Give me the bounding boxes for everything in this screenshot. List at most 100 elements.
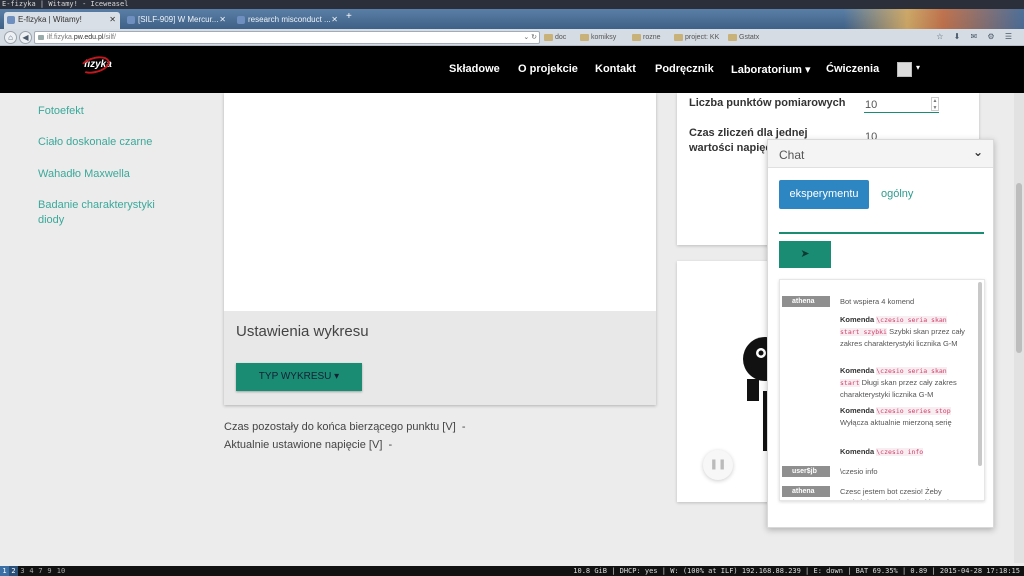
chat-title: Chat [779, 148, 805, 162]
command-description: Wyłącza aktualnie mierzoną serię [840, 418, 952, 427]
bookmark-rozne[interactable]: rozne [632, 32, 661, 43]
workspace-1[interactable]: 1 [0, 566, 9, 576]
page-scrollbar-thumb[interactable] [1016, 183, 1022, 353]
bookmark-komiksy[interactable]: komiksy [580, 32, 616, 43]
message-text: \czesio info [840, 467, 878, 476]
command-keyword: Komenda [840, 406, 875, 415]
folder-icon [544, 34, 553, 41]
time-left-line: Czas pozostały do końca bierzącego punkt… [224, 421, 466, 433]
voltage-line: Aktualnie ustawione napięcie [V] - [224, 439, 392, 451]
message-user: athena [782, 486, 830, 497]
reload-icon[interactable]: ⌄ ↻ [523, 32, 537, 43]
bookmark-label: project: KK [685, 34, 720, 41]
points-label: Liczba punktów pomiarowych [689, 97, 846, 109]
points-value: 10 [865, 99, 878, 111]
chat-header[interactable]: Chat ⌄ [768, 140, 993, 168]
toolbar-icons[interactable]: ☆ ⬇ ✉ ⚙ ☰ [936, 32, 1016, 41]
url-bar[interactable]: ilf.fizyka.pw.edu.pl/silf/ ⌄ ↻ [34, 31, 540, 44]
workspace-10[interactable]: 10 [54, 566, 68, 576]
command-code: \czesio series stop [876, 407, 951, 415]
chat-tab-general[interactable]: ogólny [881, 188, 913, 200]
url-prefix: ilf.fizyka. [47, 34, 74, 41]
bookmark-label: doc [555, 34, 567, 41]
folder-icon [728, 34, 737, 41]
folder-icon [674, 34, 683, 41]
command-help: Komenda \czesio info [840, 446, 965, 458]
nav-kontakt[interactable]: Kontakt [595, 63, 636, 75]
tab-label: research misconduct ... [248, 15, 331, 24]
command-keyword: Komenda [840, 366, 875, 375]
favicon-icon [7, 16, 15, 24]
sidebar-item-wahadlo-maxwella[interactable]: Wahadło Maxwella [38, 167, 130, 182]
close-icon[interactable]: ✕ [331, 12, 338, 28]
spinner-icon[interactable]: ▲ ▼ [931, 97, 939, 111]
page-scrollbar[interactable] [1014, 93, 1024, 563]
tab-research[interactable]: research misconduct ... ✕ [234, 12, 342, 29]
nav-o-projekcie[interactable]: O projekcie [518, 63, 578, 75]
bookmark-gstatx[interactable]: Gstatx [728, 32, 759, 43]
pause-icon[interactable]: ❚❚ [703, 450, 733, 480]
window-title: E-fizyka | Witamy! - Iceweasel [0, 0, 1024, 9]
new-tab-button[interactable]: + [346, 9, 352, 25]
workspace-2[interactable]: 2 [9, 566, 18, 576]
browser-nav-bar: ⌂ ◀ ilf.fizyka.pw.edu.pl/silf/ ⌄ ↻ doc k… [0, 29, 1024, 46]
workspace-7[interactable]: 7 [36, 566, 45, 576]
url-suffix: /silf/ [103, 34, 116, 41]
tab-efizyka[interactable]: E-fizyka | Witamy! ✕ [4, 12, 120, 29]
chart-panel: Ustawienia wykresu TYP WYKRESU ▾ [224, 93, 656, 405]
home-icon[interactable]: ⌂ [4, 31, 17, 44]
send-button[interactable]: ➤ [779, 241, 831, 268]
chat-tab-experiment[interactable]: eksperymentu [779, 180, 869, 209]
points-input[interactable]: 10 ▲ ▼ [864, 97, 939, 113]
time-left-value: - [461, 421, 466, 433]
site-navbar: fizyka Składowe O projekcie Kontakt Podr… [0, 46, 1024, 93]
bookmark-doc[interactable]: doc [544, 32, 566, 43]
favicon-icon [237, 16, 245, 24]
time-left-label: Czas pozostały do końca bierzącego punkt… [224, 421, 456, 433]
workspace-3[interactable]: 3 [18, 566, 27, 576]
sidebar-item-cialo-doskonale-czarne[interactable]: Ciało doskonale czarne [38, 135, 152, 150]
tab-label: [SILF-909] W Mercur... [138, 15, 219, 24]
experiment-figure-icon [743, 337, 769, 451]
close-icon[interactable]: ✕ [109, 12, 116, 28]
message-user: user$jb [782, 466, 830, 477]
avatar-caret-icon[interactable]: ▾ [916, 63, 920, 72]
command-help: Komenda \czesio seria skan start szybki … [840, 314, 965, 349]
system-status-bar: 1 2 3 4 7 9 10 10.8 GiB | DHCP: yes | W: (100%… [0, 566, 1024, 576]
folder-icon [632, 34, 641, 41]
site-logo[interactable]: fizyka [78, 53, 112, 77]
sidebar-item-fotoefekt[interactable]: Fotoefekt [38, 104, 84, 119]
command-help: Komenda \czesio seria skan start Długi s… [840, 365, 965, 400]
chat-message-input[interactable] [779, 220, 984, 234]
tab-silf[interactable]: [SILF-909] W Mercur... ✕ [124, 12, 230, 29]
chart-type-button[interactable]: TYP WYKRESU ▾ [236, 363, 362, 391]
folder-icon [580, 34, 589, 41]
theme-background [844, 9, 1024, 29]
chat-scrollbar[interactable] [978, 282, 982, 466]
system-status-text: 10.8 GiB | DHCP: yes | W: (100% at ILF) … [573, 567, 1020, 575]
close-icon[interactable]: ✕ [219, 12, 226, 28]
bookmark-project[interactable]: project: KK [674, 32, 719, 43]
chart-settings-title: Ustawienia wykresu [236, 323, 369, 340]
message-user: athena [782, 296, 830, 307]
back-icon[interactable]: ◀ [19, 31, 32, 44]
chart-area [224, 93, 656, 311]
chat-log[interactable]: athena Bot wspiera 4 komend Komenda \cze… [779, 279, 985, 501]
sidebar-item-badanie-diody[interactable]: Badanie charakterystyki diody [38, 198, 168, 228]
command-help: Komenda \czesio series stop Wyłącza aktu… [840, 405, 965, 428]
favicon-icon [127, 16, 135, 24]
nav-cwiczenia[interactable]: Ćwiczenia [826, 63, 879, 75]
bookmark-label: rozne [643, 34, 661, 41]
chevron-down-icon[interactable]: ⌄ [973, 145, 983, 159]
avatar[interactable] [897, 62, 912, 77]
workspace-9[interactable]: 9 [45, 566, 54, 576]
nav-skladowe[interactable]: Składowe [449, 63, 500, 75]
chat-panel: Chat ⌄ eksperymentu ogólny ➤ athena Bot … [767, 139, 994, 528]
nav-podrecznik[interactable]: Podręcznik [655, 63, 714, 75]
bookmark-label: Gstatx [739, 34, 760, 41]
command-code: \czesio info [876, 448, 924, 456]
nav-laboratorium[interactable]: Laboratorium ▾ [731, 63, 810, 76]
message-text: Bot wspiera 4 komend [840, 297, 915, 306]
command-keyword: Komenda [840, 447, 875, 456]
workspace-4[interactable]: 4 [27, 566, 36, 576]
